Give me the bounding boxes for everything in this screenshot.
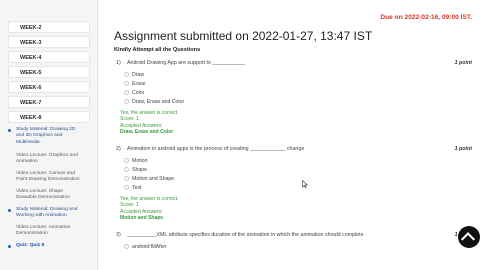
sidebar-week-7[interactable]: WEEK-7 xyxy=(8,96,90,108)
sidebar-item-line: Multimedia xyxy=(16,139,40,145)
feedback-score: Score: 1 xyxy=(120,202,139,208)
radio-icon[interactable] xyxy=(124,99,129,104)
sidebar-item-line: Paint Drawing Demonstration xyxy=(16,177,80,183)
radio-icon[interactable] xyxy=(124,72,129,77)
instruction-text: Kindly Attempt all the Questions xyxy=(114,47,201,53)
answer-option[interactable]: Motion xyxy=(124,158,148,164)
sidebar-item-study-material-2d-3d[interactable]: Study Material: Drawing 2D and 3D Graphi… xyxy=(8,127,92,146)
answer-option[interactable]: Color xyxy=(124,90,144,96)
option-label: Motion xyxy=(132,158,148,164)
answer-option[interactable]: Erase xyxy=(124,81,146,87)
sidebar-item-line: Animation xyxy=(16,159,38,165)
sidebar-item-video-canvas-paint[interactable]: Video Lecture: Canvas and Paint Drawing … xyxy=(8,171,92,184)
course-sidebar: WEEK-2 WEEK-3 WEEK-4 WEEK-5 WEEK-6 WEEK-… xyxy=(0,0,98,270)
assignment-panel: Due on 2022-02-16, 09:00 IST. Assignment… xyxy=(104,0,480,270)
question-number: 1) xyxy=(116,60,121,66)
scroll-to-top-button[interactable] xyxy=(458,226,480,248)
question-text: Animation in android apps is the process… xyxy=(127,146,305,152)
accepted-answer: Motion and Shape xyxy=(120,215,164,221)
sidebar-week-3[interactable]: WEEK-3 xyxy=(8,36,90,48)
question-points: 1 point xyxy=(454,60,472,66)
option-label: Shape xyxy=(132,167,148,173)
answer-option[interactable]: Shape xyxy=(124,167,147,173)
radio-icon[interactable] xyxy=(124,176,129,181)
radio-icon[interactable] xyxy=(124,167,129,172)
option-label: Draw xyxy=(132,72,145,78)
question-points: 1 point xyxy=(454,146,472,152)
answer-option[interactable]: Draw xyxy=(124,72,144,78)
option-label: Color xyxy=(132,90,145,96)
bullet-icon xyxy=(8,129,11,132)
sidebar-item-line: Working with Animation xyxy=(16,213,67,219)
due-date: Due on 2022-02-16, 09:00 IST. xyxy=(380,14,472,21)
bullet-icon xyxy=(8,209,11,212)
radio-icon[interactable] xyxy=(124,158,129,163)
sidebar-week-2[interactable]: WEEK-2 xyxy=(8,21,90,33)
mouse-cursor-icon xyxy=(302,180,308,188)
answer-option[interactable]: Motion and Shape xyxy=(124,176,174,182)
option-label: Motion and Shape xyxy=(132,176,175,182)
page-title: Assignment submitted on 2022-01-27, 13:4… xyxy=(114,29,373,43)
feedback-score: Score: 1 xyxy=(120,116,139,122)
sidebar-item-video-animation-demo[interactable]: Video Lecture: Animation Demonstration xyxy=(8,225,92,238)
radio-icon[interactable] xyxy=(124,185,129,190)
sidebar-week-6[interactable]: WEEK-6 xyxy=(8,81,90,93)
question-number: 2) xyxy=(116,146,121,152)
answer-option[interactable]: android:fillAfter xyxy=(124,244,167,250)
bullet-icon xyxy=(8,245,11,248)
option-label: Draw, Erase and Color xyxy=(132,99,185,105)
sidebar-item-video-shape-drawable[interactable]: Video Lecture: Shape Drawable Demonstrat… xyxy=(8,189,92,202)
sidebar-item-study-material-animation[interactable]: Study Material: Drawing and Working with… xyxy=(8,207,92,220)
sidebar-item-video-graphics-animation[interactable]: Video Lecture: Graphics and Animation xyxy=(8,153,92,166)
sidebar-item-line: Demonstration xyxy=(16,231,48,237)
accepted-answer: Draw, Erase and Color xyxy=(120,129,174,135)
question-text: __________XML attribute specifies durati… xyxy=(127,232,364,238)
option-label: Text xyxy=(132,185,142,191)
option-label: Erase xyxy=(132,81,146,87)
answer-option[interactable]: Text xyxy=(124,185,142,191)
sidebar-item-line: Drawable Demonstration xyxy=(16,195,70,201)
sidebar-week-5[interactable]: WEEK-5 xyxy=(8,66,90,78)
sidebar-item-quiz-8[interactable]: Quiz: Quiz 8 xyxy=(8,243,92,249)
option-label: android:fillAfter xyxy=(132,244,167,250)
sidebar-week-8[interactable]: WEEK-8 xyxy=(8,111,90,123)
sidebar-week-4[interactable]: WEEK-4 xyxy=(8,51,90,63)
radio-icon[interactable] xyxy=(124,244,129,249)
sidebar-item-line: Quiz: Quiz 8 xyxy=(16,243,45,248)
radio-icon[interactable] xyxy=(124,90,129,95)
radio-icon[interactable] xyxy=(124,81,129,86)
chevron-up-icon xyxy=(460,232,476,247)
answer-option[interactable]: Draw, Erase and Color xyxy=(124,99,184,105)
question-number: 3) xyxy=(116,232,121,238)
question-text: Android Drawing App are support to _____… xyxy=(127,60,245,66)
